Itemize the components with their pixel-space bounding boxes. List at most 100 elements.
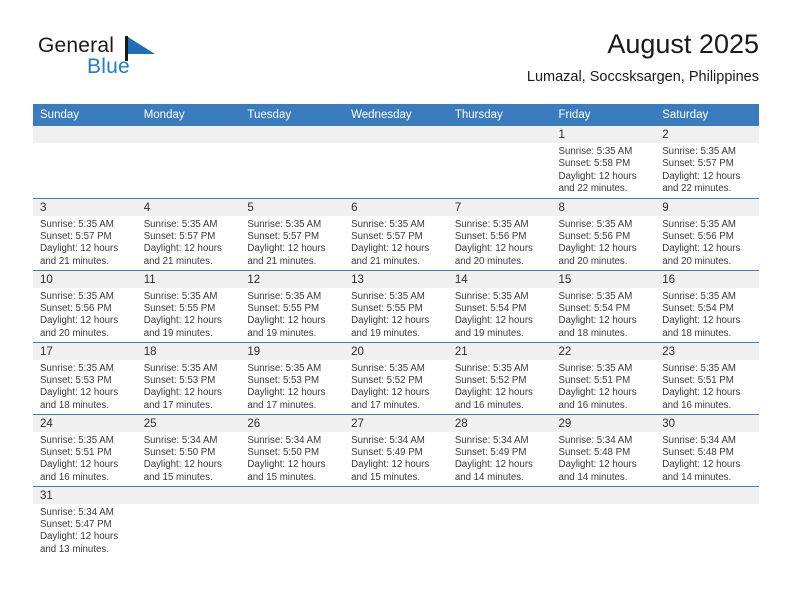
calendar-day-cell[interactable]: 26 Sunrise: 5:34 AM Sunset: 5:50 PM Dayligh…	[240, 413, 345, 486]
calendar-day-cell[interactable]: 16 Sunrise: 5:35 AM Sunset: 5:54 PM Dayligh…	[655, 269, 759, 342]
sunrise-time: Sunrise: 5:35 AM	[454, 218, 529, 230]
calendar-day-cell[interactable]: 10 Sunrise: 5:35 AM Sunset: 5:56 PM Dayligh…	[33, 269, 137, 342]
sunrise-time: Sunrise: 5:34 AM	[454, 434, 529, 446]
calendar-day-cell[interactable]: 23 Sunrise: 5:35 AM Sunset: 5:51 PM Dayligh…	[655, 341, 759, 414]
calendar-day-cell[interactable]: 30 Sunrise: 5:34 AM Sunset: 5:48 PM Dayligh…	[655, 413, 759, 486]
daylight-duration-line2: and 18 minutes.	[662, 327, 732, 339]
calendar-day-cell[interactable]: 22 Sunrise: 5:35 AM Sunset: 5:51 PM Dayligh…	[551, 341, 656, 414]
daylight-duration-line2: and 21 minutes.	[351, 255, 421, 267]
calendar-cell-empty	[344, 126, 448, 198]
day-number	[551, 486, 656, 504]
sunset-time: Sunset: 5:47 PM	[40, 518, 112, 530]
calendar-day-cell[interactable]: 15 Sunrise: 5:35 AM Sunset: 5:54 PM Dayligh…	[551, 269, 656, 342]
sunrise-time: Sunrise: 5:35 AM	[351, 290, 425, 302]
daylight-duration-line2: and 15 minutes.	[143, 471, 213, 483]
sunset-time: Sunset: 5:55 PM	[247, 302, 320, 314]
daylight-duration-line1: Daylight: 12 hours	[558, 387, 637, 399]
day-details: Sunrise: 5:34 AM Sunset: 5:48 PM Daylight:…	[552, 432, 656, 485]
calendar-day-cell[interactable]: 27 Sunrise: 5:34 AM Sunset: 5:49 PM Dayligh…	[344, 413, 448, 486]
calendar-day-cell[interactable]: 12 Sunrise: 5:35 AM Sunset: 5:55 PM Dayligh…	[240, 269, 345, 342]
sunrise-time: Sunrise: 5:35 AM	[662, 362, 736, 374]
daylight-duration-line1: Daylight: 12 hours	[351, 315, 430, 327]
calendar-day-cell[interactable]: 21 Sunrise: 5:35 AM Sunset: 5:52 PM Dayligh…	[447, 341, 552, 414]
daylight-duration-line2: and 17 minutes.	[351, 399, 421, 411]
day-details: Sunrise: 5:35 AM Sunset: 5:54 PM Daylight:…	[448, 288, 552, 341]
sunrise-time: Sunrise: 5:35 AM	[351, 218, 425, 230]
calendar-day-cell[interactable]: 17 Sunrise: 5:35 AM Sunset: 5:53 PM Dayligh…	[33, 341, 137, 414]
day-details: Sunrise: 5:35 AM Sunset: 5:54 PM Daylight:…	[655, 288, 759, 341]
calendar-day-cell[interactable]: 20 Sunrise: 5:35 AM Sunset: 5:52 PM Dayligh…	[344, 341, 448, 414]
page-title: August 2025	[607, 29, 759, 59]
calendar-day-cell[interactable]: 25 Sunrise: 5:34 AM Sunset: 5:50 PM Dayligh…	[136, 413, 241, 486]
calendar-day-cell[interactable]: 13 Sunrise: 5:35 AM Sunset: 5:55 PM Dayligh…	[344, 269, 448, 342]
calendar-grid: Sunday Monday Tuesday Wednesday Thursday Frid…	[33, 104, 759, 558]
calendar-day-cell[interactable]: 5 Sunrise: 5:35 AM Sunset: 5:57 PM Daylight…	[240, 197, 345, 270]
calendar-day-cell[interactable]: 7 Sunrise: 5:35 AM Sunset: 5:56 PM Daylight…	[447, 197, 552, 270]
sunset-time: Sunset: 5:53 PM	[143, 374, 216, 386]
sunrise-time: Sunrise: 5:35 AM	[454, 362, 529, 374]
sunset-time: Sunset: 5:56 PM	[558, 230, 631, 242]
calendar-day-cell[interactable]: 24 Sunrise: 5:35 AM Sunset: 5:51 PM Dayligh…	[33, 413, 137, 486]
daylight-duration-line1: Daylight: 12 hours	[143, 387, 222, 399]
general-blue-logo[interactable]: General Blue	[33, 34, 253, 90]
day-number	[344, 126, 448, 143]
daylight-duration-line1: Daylight: 12 hours	[143, 315, 222, 327]
daylight-duration-line1: Daylight: 12 hours	[247, 243, 326, 255]
sunset-time: Sunset: 5:54 PM	[558, 302, 631, 314]
day-number: 14	[447, 270, 552, 288]
day-details: Sunrise: 5:35 AM Sunset: 5:54 PM Daylight:…	[552, 288, 656, 341]
calendar-day-cell[interactable]: 9 Sunrise: 5:35 AM Sunset: 5:56 PM Daylight…	[655, 197, 759, 270]
weekday-header-tuesday: Tuesday	[240, 104, 345, 126]
day-number: 23	[655, 342, 759, 360]
day-details: Sunrise: 5:35 AM Sunset: 5:56 PM Daylight:…	[448, 216, 552, 269]
daylight-duration-line2: and 13 minutes.	[40, 543, 109, 555]
daylight-duration-line2: and 20 minutes.	[454, 255, 524, 267]
calendar-day-cell[interactable]: 19 Sunrise: 5:35 AM Sunset: 5:53 PM Dayligh…	[240, 341, 345, 414]
day-number: 15	[551, 270, 656, 288]
daylight-duration-line1: Daylight: 12 hours	[558, 315, 637, 327]
calendar-day-cell[interactable]: 4 Sunrise: 5:35 AM Sunset: 5:57 PM Daylight…	[136, 197, 241, 270]
calendar-day-cell[interactable]: 2 Sunrise: 5:35 AM Sunset: 5:57 PM Daylight…	[655, 126, 759, 198]
calendar-day-cell[interactable]: 1 Sunrise: 5:35 AM Sunset: 5:58 PM Daylight…	[551, 126, 656, 198]
sunrise-time: Sunrise: 5:35 AM	[351, 362, 425, 374]
day-number: 11	[136, 270, 241, 288]
day-number: 2	[655, 126, 759, 143]
calendar-day-cell[interactable]: 3 Sunrise: 5:35 AM Sunset: 5:57 PM Daylight…	[33, 197, 137, 270]
day-details: Sunrise: 5:34 AM Sunset: 5:49 PM Daylight:…	[448, 432, 552, 485]
sunset-time: Sunset: 5:52 PM	[454, 374, 527, 386]
daylight-duration-line1: Daylight: 12 hours	[558, 459, 637, 471]
calendar-day-cell[interactable]: 29 Sunrise: 5:34 AM Sunset: 5:48 PM Dayligh…	[551, 413, 656, 486]
sunset-time: Sunset: 5:53 PM	[40, 374, 112, 386]
weekday-header-wednesday: Wednesday	[344, 104, 448, 126]
daylight-duration-line1: Daylight: 12 hours	[662, 243, 741, 255]
sunrise-time: Sunrise: 5:35 AM	[247, 218, 322, 230]
day-details: Sunrise: 5:34 AM Sunset: 5:49 PM Daylight:…	[344, 432, 448, 485]
calendar-day-cell[interactable]: 8 Sunrise: 5:35 AM Sunset: 5:56 PM Daylight…	[551, 197, 656, 270]
day-number: 22	[551, 342, 656, 360]
sunset-time: Sunset: 5:52 PM	[351, 374, 423, 386]
sunset-time: Sunset: 5:51 PM	[662, 374, 734, 386]
daylight-duration-line2: and 21 minutes.	[143, 255, 213, 267]
day-details: Sunrise: 5:35 AM Sunset: 5:53 PM Daylight:…	[240, 360, 344, 413]
calendar-day-cell[interactable]: 14 Sunrise: 5:35 AM Sunset: 5:54 PM Dayligh…	[447, 269, 552, 342]
day-number	[655, 486, 759, 504]
day-number	[447, 486, 552, 504]
daylight-duration-line1: Daylight: 12 hours	[40, 243, 119, 255]
sunrise-time: Sunrise: 5:34 AM	[247, 434, 322, 446]
calendar-day-cell[interactable]: 18 Sunrise: 5:35 AM Sunset: 5:53 PM Dayligh…	[136, 341, 241, 414]
sunset-time: Sunset: 5:57 PM	[247, 230, 320, 242]
day-number: 9	[655, 198, 759, 216]
day-number	[240, 486, 345, 504]
sunset-time: Sunset: 5:51 PM	[40, 446, 112, 458]
day-number: 29	[551, 414, 656, 432]
weekday-header-saturday: Saturday	[655, 104, 759, 126]
calendar-day-cell[interactable]: 28 Sunrise: 5:34 AM Sunset: 5:49 PM Dayligh…	[447, 413, 552, 486]
sunrise-time: Sunrise: 5:35 AM	[662, 146, 736, 157]
sunrise-time: Sunrise: 5:35 AM	[40, 434, 114, 446]
day-number: 31	[33, 486, 137, 504]
calendar-day-cell[interactable]: 11 Sunrise: 5:35 AM Sunset: 5:55 PM Dayligh…	[136, 269, 241, 342]
daylight-duration-line1: Daylight: 12 hours	[143, 243, 222, 255]
daylight-duration-line2: and 15 minutes.	[247, 471, 317, 483]
calendar-day-cell[interactable]: 6 Sunrise: 5:35 AM Sunset: 5:57 PM Daylight…	[344, 197, 448, 270]
calendar-day-cell[interactable]: 31 Sunrise: 5:34 AM Sunset: 5:47 PM Dayligh…	[33, 485, 137, 558]
